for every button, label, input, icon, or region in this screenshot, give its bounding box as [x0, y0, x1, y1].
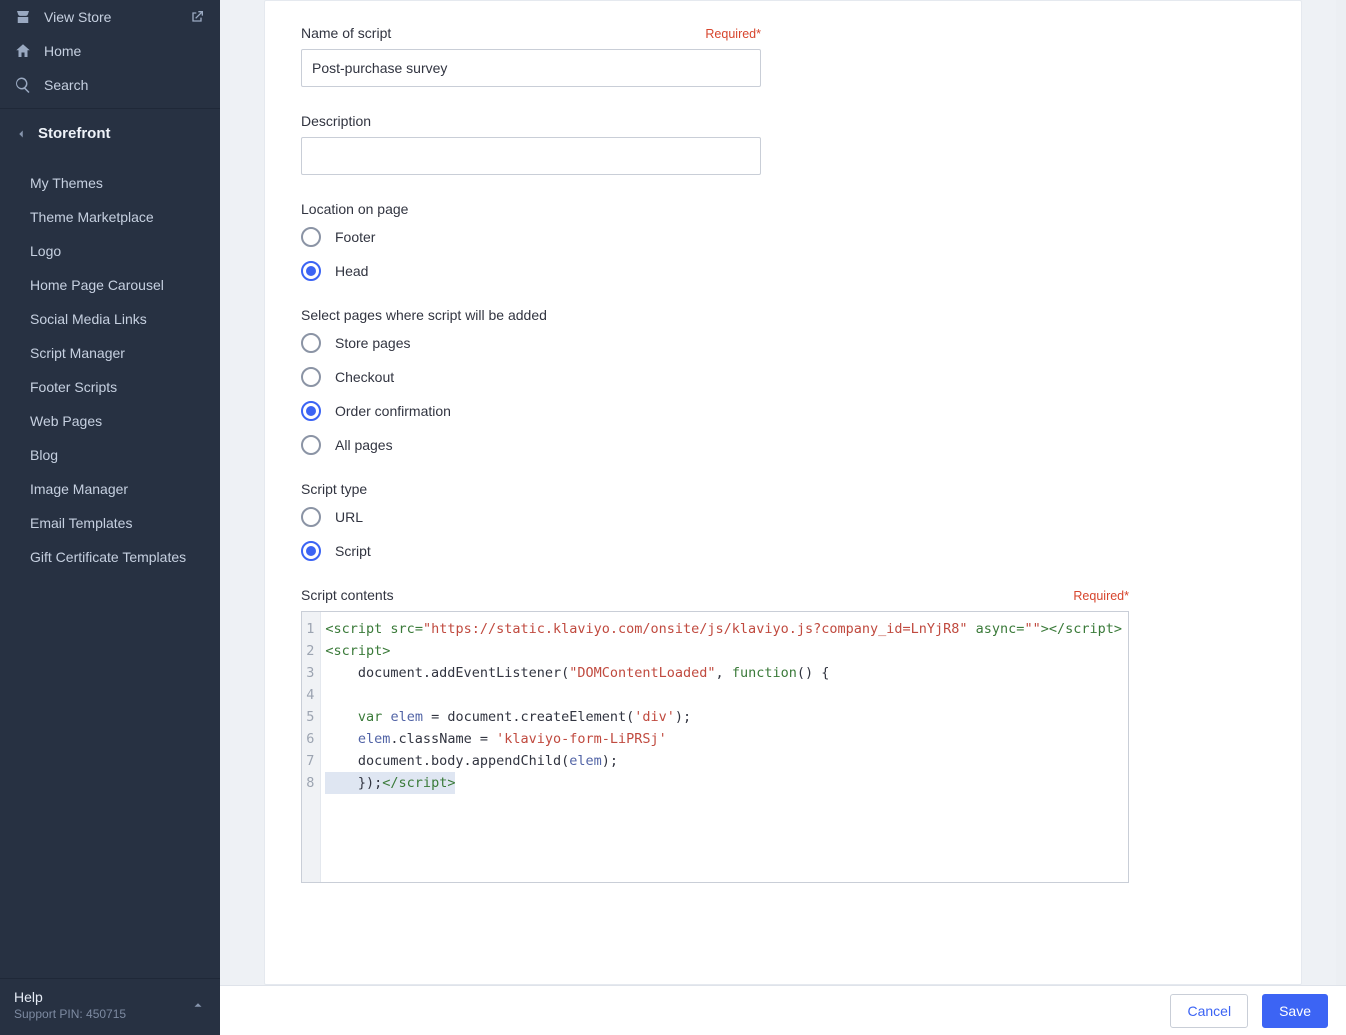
- home-icon: [14, 42, 32, 60]
- radio-label: Script: [335, 543, 371, 559]
- radio-type-script[interactable]: Script: [301, 541, 1129, 561]
- main: Name of script Required* Description Loc…: [220, 0, 1346, 1035]
- sidebar-item-label: Home Page Carousel: [30, 277, 164, 293]
- sidebar-help-block[interactable]: Help Support PIN: 450715: [0, 978, 220, 1035]
- description-input[interactable]: [301, 137, 761, 175]
- sidebar-item-label: Script Manager: [30, 345, 125, 361]
- name-label: Name of script: [301, 25, 391, 41]
- sidebar-item-my-themes[interactable]: My Themes: [0, 166, 220, 200]
- action-bar: Cancel Save: [220, 985, 1346, 1035]
- sidebar-item-footer-scripts[interactable]: Footer Scripts: [0, 370, 220, 404]
- radio-label: Order confirmation: [335, 403, 451, 419]
- radio-label: Footer: [335, 229, 375, 245]
- sidebar-section-label: Storefront: [38, 125, 111, 142]
- form-card: Name of script Required* Description Loc…: [264, 0, 1302, 985]
- radio-pages-store[interactable]: Store pages: [301, 333, 1129, 353]
- code-editor[interactable]: 12345678 <script src="https://static.kla…: [301, 611, 1129, 883]
- support-pin: Support PIN: 450715: [14, 1007, 126, 1021]
- sidebar-home-label: Home: [44, 43, 81, 59]
- sidebar-search[interactable]: Search: [0, 68, 220, 102]
- sidebar-item-gift-cert-templates[interactable]: Gift Certificate Templates: [0, 540, 220, 574]
- location-label: Location on page: [301, 201, 408, 217]
- search-icon: [14, 76, 32, 94]
- sidebar-item-label: Email Templates: [30, 515, 132, 531]
- sidebar-home[interactable]: Home: [0, 34, 220, 68]
- chevron-up-icon: [190, 997, 206, 1013]
- sidebar-item-social-media-links[interactable]: Social Media Links: [0, 302, 220, 336]
- sidebar-section-header[interactable]: Storefront: [0, 109, 220, 156]
- script-contents-required: Required*: [1073, 589, 1129, 603]
- radio-label: Head: [335, 263, 368, 279]
- sidebar-view-store[interactable]: View Store: [0, 0, 220, 34]
- radio-icon: [301, 333, 321, 353]
- radio-pages-order-confirmation[interactable]: Order confirmation: [301, 401, 1129, 421]
- cancel-button-label: Cancel: [1187, 1003, 1231, 1019]
- sidebar-item-email-templates[interactable]: Email Templates: [0, 506, 220, 540]
- field-location: Location on page Footer Head: [301, 201, 1129, 281]
- field-script-type: Script type URL Script: [301, 481, 1129, 561]
- sidebar-items: My Themes Theme Marketplace Logo Home Pa…: [0, 156, 220, 574]
- cancel-button[interactable]: Cancel: [1170, 994, 1248, 1028]
- sidebar-item-web-pages[interactable]: Web Pages: [0, 404, 220, 438]
- sidebar-item-label: Gift Certificate Templates: [30, 549, 186, 565]
- radio-icon: [301, 435, 321, 455]
- chevron-left-icon: [14, 127, 28, 141]
- radio-icon: [301, 541, 321, 561]
- sidebar-item-label: Footer Scripts: [30, 379, 117, 395]
- pages-label: Select pages where script will be added: [301, 307, 547, 323]
- radio-label: All pages: [335, 437, 393, 453]
- radio-pages-all[interactable]: All pages: [301, 435, 1129, 455]
- content-scroll: Name of script Required* Description Loc…: [220, 0, 1346, 985]
- sidebar-item-label: Theme Marketplace: [30, 209, 154, 225]
- code-gutter: 12345678: [302, 612, 321, 882]
- script-type-label: Script type: [301, 481, 367, 497]
- save-button[interactable]: Save: [1262, 994, 1328, 1028]
- code-area[interactable]: <script src="https://static.klaviyo.com/…: [321, 612, 1128, 882]
- sidebar-item-label: Image Manager: [30, 481, 128, 497]
- sidebar-item-label: My Themes: [30, 175, 103, 191]
- field-name: Name of script Required*: [301, 25, 1129, 87]
- description-label: Description: [301, 113, 371, 129]
- radio-pages-checkout[interactable]: Checkout: [301, 367, 1129, 387]
- radio-label: Store pages: [335, 335, 411, 351]
- sidebar-item-image-manager[interactable]: Image Manager: [0, 472, 220, 506]
- sidebar-item-theme-marketplace[interactable]: Theme Marketplace: [0, 200, 220, 234]
- sidebar: View Store Home Search Storefront My The…: [0, 0, 220, 1035]
- radio-icon: [301, 401, 321, 421]
- radio-icon: [301, 261, 321, 281]
- radio-location-head[interactable]: Head: [301, 261, 1129, 281]
- radio-location-footer[interactable]: Footer: [301, 227, 1129, 247]
- name-required: Required*: [705, 27, 761, 41]
- sidebar-view-store-label: View Store: [44, 9, 111, 25]
- radio-icon: [301, 367, 321, 387]
- field-description: Description: [301, 113, 1129, 175]
- sidebar-item-blog[interactable]: Blog: [0, 438, 220, 472]
- sidebar-item-script-manager[interactable]: Script Manager: [0, 336, 220, 370]
- help-label: Help: [14, 989, 126, 1005]
- sidebar-item-label: Social Media Links: [30, 311, 147, 327]
- sidebar-item-label: Logo: [30, 243, 61, 259]
- radio-icon: [301, 507, 321, 527]
- sidebar-item-label: Web Pages: [30, 413, 102, 429]
- radio-icon: [301, 227, 321, 247]
- radio-label: URL: [335, 509, 363, 525]
- save-button-label: Save: [1279, 1003, 1311, 1019]
- external-link-icon: [188, 8, 206, 26]
- script-contents-label: Script contents: [301, 587, 394, 603]
- name-input[interactable]: [301, 49, 761, 87]
- store-icon: [14, 8, 32, 26]
- sidebar-item-logo[interactable]: Logo: [0, 234, 220, 268]
- radio-type-url[interactable]: URL: [301, 507, 1129, 527]
- radio-label: Checkout: [335, 369, 394, 385]
- sidebar-search-label: Search: [44, 77, 88, 93]
- sidebar-item-home-page-carousel[interactable]: Home Page Carousel: [0, 268, 220, 302]
- scrollbar[interactable]: [1336, 0, 1346, 985]
- field-pages: Select pages where script will be added …: [301, 307, 1129, 455]
- field-script-contents: Script contents Required* 12345678 <scri…: [301, 587, 1129, 883]
- sidebar-item-label: Blog: [30, 447, 58, 463]
